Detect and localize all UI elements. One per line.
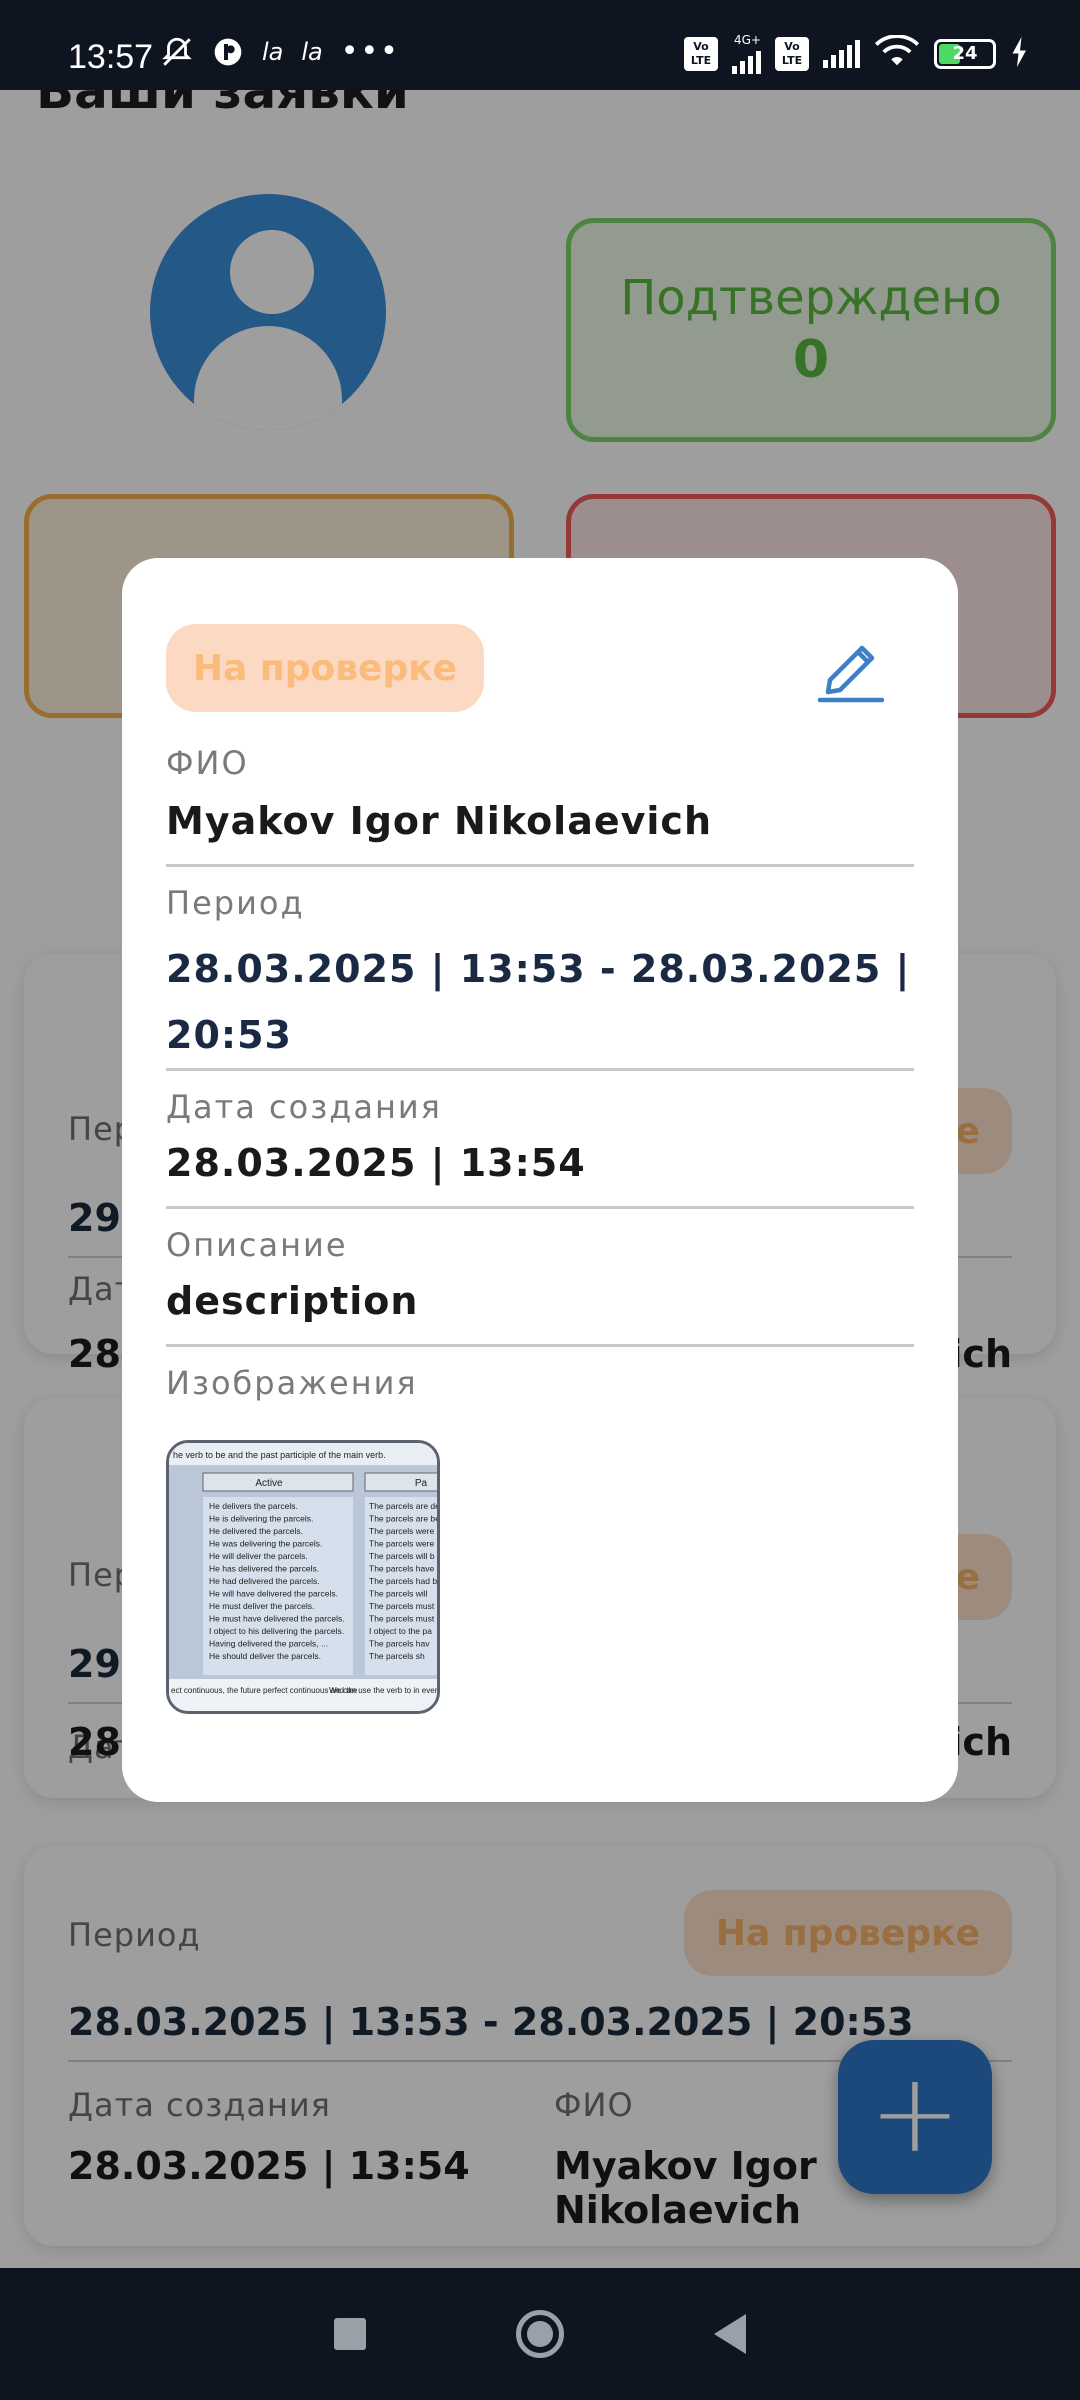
thumbnail-passive-row: The parcels were b (369, 1539, 437, 1549)
thumbnail-passive-row: The parcels hav (369, 1639, 430, 1649)
p-icon (212, 36, 244, 68)
images-label: Изображения (166, 1364, 418, 1402)
thumbnail-active-row: He should deliver the parcels. (209, 1651, 321, 1661)
description-label: Описание (166, 1226, 348, 1264)
thumbnail-passive-row: The parcels must (369, 1601, 435, 1611)
thumbnail-col-active: Active (255, 1478, 283, 1489)
battery-icon: 24 (934, 39, 996, 69)
period-value: 28.03.2025 | 13:53 - 28.03.2025 | 20:53 (166, 947, 911, 1057)
thumbnail-passive-row: The parcels were (369, 1526, 434, 1536)
thumbnail-col-passive: Pa (415, 1478, 428, 1489)
thumbnail-footer-right: We can use the verb to in everyday speec… (329, 1686, 437, 1695)
thumbnail-active-row: He must have delivered the parcels. (209, 1614, 345, 1624)
la-icon: la (262, 37, 284, 66)
request-details-dialog: На проверке ФИО Myakov Igor Nikolaevich … (122, 558, 958, 1802)
divider (166, 1206, 914, 1209)
thumbnail-passive-row: The parcels are del (369, 1501, 437, 1511)
volte-icon: Vo LTE (684, 37, 718, 71)
status-badge: На проверке (166, 624, 484, 712)
la-icon: la (301, 37, 323, 66)
thumbnail-active-row: He will deliver the parcels. (209, 1551, 308, 1561)
home-button[interactable] (516, 2310, 564, 2358)
image-thumbnail[interactable]: he verb to be and the past participle of… (166, 1440, 440, 1714)
thumbnail-heading: he verb to be and the past participle of… (173, 1450, 386, 1460)
thumbnail-active-row: I object to his delivering the parcels. (209, 1626, 344, 1636)
thumbnail-active-row: He has delivered the parcels. (209, 1564, 319, 1574)
period-label: Период (166, 884, 305, 922)
thumbnail-passive-row: The parcels will (369, 1589, 428, 1599)
thumbnail-active-row: He was delivering the parcels. (209, 1539, 322, 1549)
divider (166, 1344, 914, 1347)
charging-icon (1010, 37, 1030, 71)
recents-button[interactable] (334, 2318, 366, 2350)
wifi-icon (874, 34, 920, 73)
signal-4g-icon: 4G+ (732, 34, 761, 74)
thumbnail-passive-row: The parcels are be (369, 1514, 437, 1524)
created-value: 28.03.2025 | 13:54 (166, 1141, 586, 1185)
description-value: description (166, 1279, 419, 1323)
fio-value: Myakov Igor Nikolaevich (166, 799, 713, 843)
thumbnail-passive-row: The parcels must (369, 1614, 435, 1624)
thumbnail-active-row: He delivers the parcels. (209, 1501, 298, 1511)
thumbnail-active-row: He had delivered the parcels. (209, 1576, 320, 1586)
divider (166, 864, 914, 867)
thumbnail-passive-row: The parcels will b (369, 1551, 435, 1561)
thumbnail-active-row: He is delivering the parcels. (209, 1514, 313, 1524)
system-navigation-bar (0, 2268, 1080, 2400)
edit-button[interactable] (816, 630, 886, 704)
textbook-photo: he verb to be and the past participle of… (169, 1443, 437, 1711)
divider (166, 1068, 914, 1071)
more-icon: ••• (340, 34, 400, 69)
bell-off-icon (160, 35, 194, 69)
signal-icon (823, 40, 860, 68)
thumbnail-passive-row: The parcels sh (369, 1651, 425, 1661)
back-button[interactable] (714, 2314, 746, 2354)
status-right-icons: Vo LTE 4G+ Vo LTE 24 (684, 34, 1030, 74)
thumbnail-active-row: Having delivered the parcels, ... (209, 1639, 328, 1649)
thumbnail-passive-row: The parcels had b (369, 1576, 437, 1586)
thumbnail-active-row: He delivered the parcels. (209, 1526, 303, 1536)
volte-icon: Vo LTE (775, 37, 809, 71)
thumbnail-passive-row: The parcels have (369, 1564, 434, 1574)
status-time: 13:57 (68, 38, 154, 76)
status-bar: 13:57 la la ••• Vo LTE 4G+ Vo LTE 24 (0, 0, 1080, 90)
thumbnail-passive-row: I object to the pa (369, 1626, 432, 1636)
thumbnail-active-row: He must deliver the parcels. (209, 1601, 314, 1611)
pencil-icon (817, 645, 885, 703)
thumbnail-active-row: He will have delivered the parcels. (209, 1589, 338, 1599)
fio-label: ФИО (166, 744, 249, 782)
status-left-icons: la la ••• (160, 34, 400, 69)
created-label: Дата создания (166, 1088, 442, 1126)
